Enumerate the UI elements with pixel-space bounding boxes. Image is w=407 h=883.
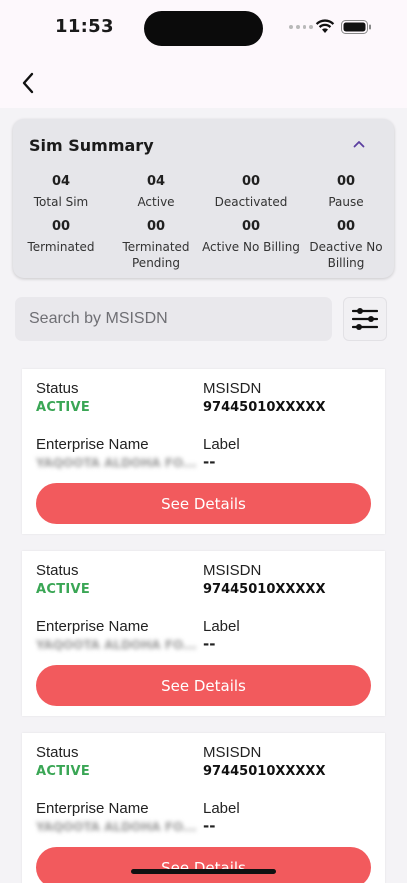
stat-label: Active <box>137 195 175 209</box>
back-arrow-icon <box>22 72 34 94</box>
status-value: ACTIVE <box>36 764 91 779</box>
status-label: Status <box>36 380 79 397</box>
enterprise-value: YAQOOTA ALDOHA FO... <box>36 456 197 470</box>
label-label: Label <box>203 800 240 817</box>
stat-deactivated: 00 Deactivated <box>201 174 301 210</box>
sim-card: Status ACTIVE MSISDN 97445010XXXXX Enter… <box>22 369 385 534</box>
stat-pause: 00 Pause <box>296 174 396 210</box>
stat-value: 00 <box>51 219 71 234</box>
status-label: Status <box>36 744 79 761</box>
sim-summary-panel: Sim Summary 04 Total Sim 04 Active 00 De… <box>13 119 394 278</box>
back-button[interactable] <box>14 68 42 98</box>
stat-label: Terminated <box>27 240 95 254</box>
stat-terminated-pending: 00 Terminated Pending <box>106 219 206 271</box>
status-value: ACTIVE <box>36 582 91 597</box>
label-value: -- <box>203 817 216 835</box>
filter-button[interactable] <box>343 297 387 341</box>
stat-active: 04 Active <box>106 174 206 210</box>
search-input[interactable] <box>15 297 332 341</box>
msisdn-label: MSISDN <box>203 380 262 397</box>
dynamic-island <box>144 11 263 46</box>
status-value: ACTIVE <box>36 400 91 415</box>
battery-icon <box>341 20 371 34</box>
label-label: Label <box>203 618 240 635</box>
enterprise-label: Enterprise Name <box>36 618 149 635</box>
status-bar: 11:53 <box>0 0 407 58</box>
stat-value: 00 <box>146 219 166 234</box>
stat-label: Deactive No Billing <box>309 240 383 270</box>
stat-label: Total Sim <box>33 195 89 209</box>
stat-value: 04 <box>146 174 166 189</box>
stat-deactive-no-billing: 00 Deactive No Billing <box>296 219 396 271</box>
enterprise-label: Enterprise Name <box>36 800 149 817</box>
home-indicator <box>131 869 276 874</box>
stat-value: 04 <box>51 174 71 189</box>
sim-summary-title: Sim Summary <box>29 136 154 155</box>
stat-value: 00 <box>336 219 356 234</box>
stat-active-no-billing: 00 Active No Billing <box>201 219 301 255</box>
stat-terminated: 00 Terminated <box>11 219 111 255</box>
stat-value: 00 <box>241 219 261 234</box>
stat-label: Active No Billing <box>202 240 300 254</box>
enterprise-value: YAQOOTA ALDOHA FO... <box>36 638 197 652</box>
enterprise-label: Enterprise Name <box>36 436 149 453</box>
stat-label: Pause <box>328 195 364 209</box>
sim-card: Status ACTIVE MSISDN 97445010XXXXX Enter… <box>22 551 385 716</box>
wifi-icon <box>315 19 335 33</box>
see-details-button[interactable]: See Details <box>36 483 371 524</box>
msisdn-value: 97445010XXXXX <box>203 764 326 779</box>
filter-sliders-icon <box>352 308 378 330</box>
stat-total-sim: 04 Total Sim <box>11 174 111 210</box>
sim-card: Status ACTIVE MSISDN 97445010XXXXX Enter… <box>22 733 385 883</box>
status-label: Status <box>36 562 79 579</box>
msisdn-value: 97445010XXXXX <box>203 400 326 415</box>
nav-bar <box>0 58 407 108</box>
see-details-button[interactable]: See Details <box>36 847 371 883</box>
signal-icon <box>289 25 313 31</box>
msisdn-label: MSISDN <box>203 744 262 761</box>
see-details-button[interactable]: See Details <box>36 665 371 706</box>
stat-value: 00 <box>336 174 356 189</box>
status-time: 11:53 <box>55 16 114 37</box>
enterprise-value: YAQOOTA ALDOHA FO... <box>36 820 197 834</box>
stat-value: 00 <box>241 174 261 189</box>
stat-label: Deactivated <box>214 195 288 209</box>
stat-label: Terminated Pending <box>122 240 190 270</box>
collapse-summary-button[interactable] <box>349 135 369 153</box>
msisdn-label: MSISDN <box>203 562 262 579</box>
label-label: Label <box>203 436 240 453</box>
chevron-up-icon <box>353 141 365 148</box>
label-value: -- <box>203 635 216 653</box>
label-value: -- <box>203 453 216 471</box>
msisdn-value: 97445010XXXXX <box>203 582 326 597</box>
